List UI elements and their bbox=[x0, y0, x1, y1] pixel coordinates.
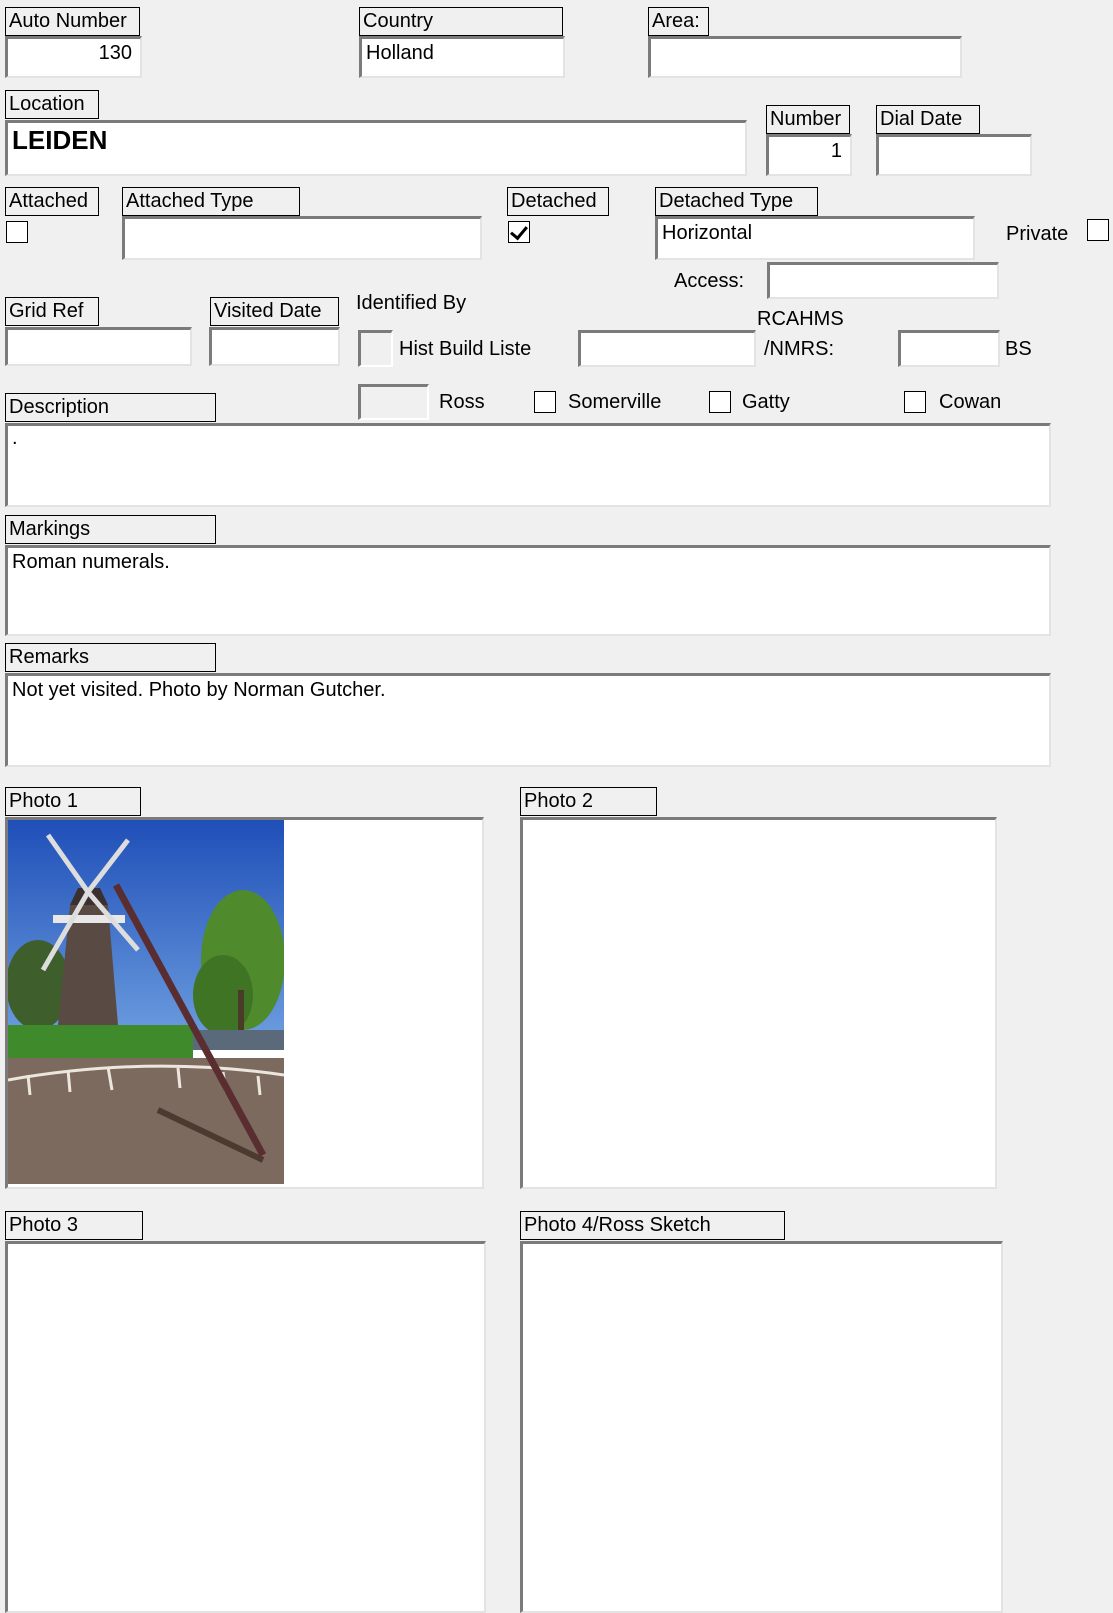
remarks-field[interactable]: Not yet visited. Photo by Norman Gutcher… bbox=[5, 673, 1051, 767]
photo4-frame[interactable] bbox=[520, 1241, 1003, 1613]
markings-field[interactable]: Roman numerals. bbox=[5, 545, 1051, 636]
bs-label: BS bbox=[1005, 338, 1032, 360]
number-field[interactable]: 1 bbox=[766, 134, 852, 176]
markings-label: Markings bbox=[5, 515, 216, 544]
photo1-image bbox=[8, 820, 284, 1184]
access-field[interactable] bbox=[767, 262, 999, 299]
detached-type-field[interactable]: Horizontal bbox=[655, 216, 975, 260]
somerville-checkbox[interactable] bbox=[534, 391, 556, 413]
photo3-frame[interactable] bbox=[5, 1241, 486, 1613]
ross-label: Ross bbox=[439, 391, 485, 413]
country-label: Country bbox=[359, 7, 563, 36]
photo1-label: Photo 1 bbox=[5, 787, 141, 816]
visited-date-label: Visited Date bbox=[210, 297, 339, 326]
photo3-label: Photo 3 bbox=[5, 1211, 143, 1240]
visited-date-field[interactable] bbox=[209, 327, 340, 366]
area-field[interactable] bbox=[648, 36, 962, 78]
attached-type-label: Attached Type bbox=[122, 187, 300, 216]
location-label: Location bbox=[5, 90, 99, 119]
attached-checkbox[interactable] bbox=[6, 221, 28, 243]
ross-box[interactable] bbox=[358, 384, 429, 420]
description-field[interactable]: . bbox=[5, 423, 1051, 507]
number-label: Number bbox=[766, 105, 850, 134]
photo1-frame[interactable] bbox=[5, 817, 484, 1189]
area-label: Area: bbox=[648, 7, 709, 36]
detached-type-label: Detached Type bbox=[655, 187, 818, 216]
somerville-label: Somerville bbox=[568, 391, 662, 413]
access-label: Access: bbox=[674, 270, 745, 292]
photo2-frame[interactable] bbox=[520, 817, 997, 1189]
dial-date-field[interactable] bbox=[876, 134, 1032, 176]
remarks-label: Remarks bbox=[5, 643, 216, 672]
nmrs-label: /NMRS: bbox=[764, 338, 834, 360]
grid-ref-field[interactable] bbox=[5, 327, 192, 366]
attached-label: Attached bbox=[5, 187, 99, 216]
description-label: Description bbox=[5, 393, 216, 422]
photo4-label: Photo 4/Ross Sketch bbox=[520, 1211, 785, 1240]
dial-date-label: Dial Date bbox=[876, 105, 980, 134]
cowan-checkbox[interactable] bbox=[904, 391, 926, 413]
hist-build-liste-label: Hist Build Liste bbox=[399, 338, 532, 360]
auto-number-label: Auto Number bbox=[5, 7, 140, 36]
hist-build-liste-box[interactable] bbox=[358, 330, 393, 367]
gatty-label: Gatty bbox=[742, 391, 790, 413]
private-checkbox[interactable] bbox=[1087, 219, 1109, 241]
grid-ref-label: Grid Ref bbox=[5, 297, 99, 326]
attached-type-field[interactable] bbox=[122, 216, 482, 260]
detached-checkbox[interactable] bbox=[508, 221, 530, 243]
private-label: Private bbox=[1006, 223, 1069, 245]
rcahms-nmrs-field[interactable] bbox=[898, 330, 1000, 367]
hist-build-liste-field[interactable] bbox=[578, 330, 756, 367]
photo2-label: Photo 2 bbox=[520, 787, 657, 816]
identified-by-label: Identified By bbox=[356, 292, 467, 314]
gatty-checkbox[interactable] bbox=[709, 391, 731, 413]
detached-label: Detached bbox=[507, 187, 609, 216]
rcahms-label: RCAHMS bbox=[757, 308, 844, 330]
auto-number-field[interactable]: 130 bbox=[5, 36, 142, 78]
location-field[interactable]: LEIDEN bbox=[5, 120, 747, 176]
country-field[interactable]: Holland bbox=[359, 36, 565, 78]
cowan-label: Cowan bbox=[939, 391, 1002, 413]
